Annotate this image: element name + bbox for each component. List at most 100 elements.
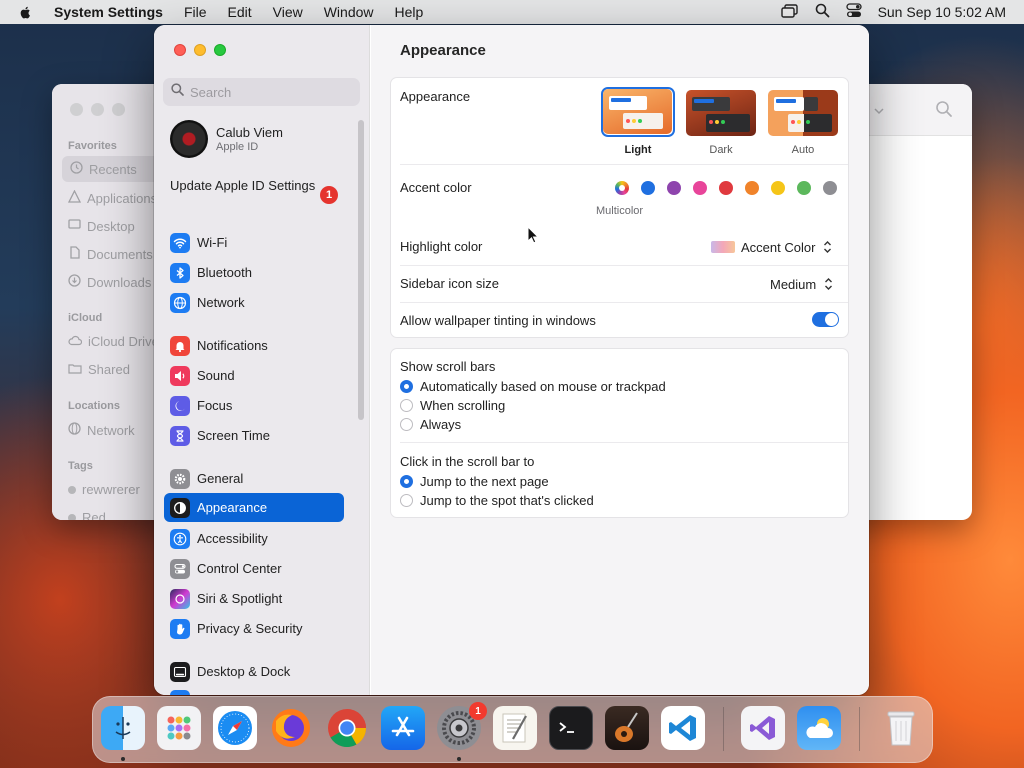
wifi-icon xyxy=(170,232,190,253)
click-option-spot-clicked[interactable]: Jump to the spot that's clicked xyxy=(400,493,594,508)
appearance-option-dark[interactable] xyxy=(686,90,756,136)
apple-menu-icon[interactable] xyxy=(18,4,34,20)
sidebar-item-network[interactable]: Network xyxy=(164,288,344,317)
launchpad-dock-icon[interactable] xyxy=(157,706,201,750)
sidebar-item-appearance[interactable]: Appearance xyxy=(164,493,344,522)
app-store-dock-icon[interactable] xyxy=(381,706,425,750)
textedit-dock-icon[interactable] xyxy=(493,706,537,750)
sidebar-item-label: Siri & Spotlight xyxy=(197,591,283,606)
finder-close-button[interactable] xyxy=(70,103,83,116)
radio-label: Jump to the next page xyxy=(420,474,549,489)
finder-minimize-button[interactable] xyxy=(91,103,104,116)
finder-item-shared[interactable]: Shared xyxy=(68,362,130,377)
zoom-button[interactable] xyxy=(214,44,226,56)
sidebar-scrollbar[interactable] xyxy=(358,120,364,420)
sidebar-item-focus[interactable]: Focus xyxy=(164,391,344,420)
sidebar-item-control-center[interactable]: Control Center xyxy=(164,554,344,583)
control-center-icon[interactable] xyxy=(845,3,862,21)
page-title: Appearance xyxy=(400,42,486,59)
running-indicator xyxy=(457,757,461,761)
scroll-bars-option-automatic[interactable]: Automatically based on mouse or trackpad xyxy=(400,379,666,394)
wallpaper-tinting-toggle[interactable] xyxy=(812,312,839,327)
sidebar-item-notifications[interactable]: Notifications xyxy=(164,331,344,360)
visual-studio-dock-icon[interactable] xyxy=(741,706,785,750)
terminal-dock-icon[interactable] xyxy=(549,706,593,750)
appearance-option-light[interactable] xyxy=(601,87,675,137)
radio-selected[interactable] xyxy=(400,475,413,488)
appearance-option-auto[interactable] xyxy=(768,90,838,136)
sidebar-item-sound[interactable]: Sound xyxy=(164,361,344,390)
edit-menu[interactable]: Edit xyxy=(228,4,252,20)
finder-search-icon[interactable] xyxy=(935,100,953,123)
account-subtitle: Apple ID xyxy=(216,141,259,153)
finder-dock-icon[interactable] xyxy=(101,706,145,750)
sidebar-item-wifi[interactable]: Wi-Fi xyxy=(164,228,344,257)
finder-zoom-button[interactable] xyxy=(112,103,125,116)
weather-dock-icon[interactable] xyxy=(797,706,841,750)
radio-unselected[interactable] xyxy=(400,494,413,507)
accent-swatch-3[interactable] xyxy=(693,181,707,195)
screen-mirroring-icon[interactable] xyxy=(780,3,799,21)
desktop-icon xyxy=(68,218,81,234)
accent-swatch-2[interactable] xyxy=(667,181,681,195)
radio-unselected[interactable] xyxy=(400,399,413,412)
search-input[interactable] xyxy=(190,84,350,100)
sidebar-item-label: Privacy & Security xyxy=(197,621,303,636)
finder-item-network[interactable]: Network xyxy=(68,422,135,438)
speaker-icon xyxy=(170,365,190,386)
account-name: Calub Viem xyxy=(216,125,283,140)
sidebar-search[interactable] xyxy=(163,78,360,106)
window-menu[interactable]: Window xyxy=(324,4,374,20)
accent-swatch-7[interactable] xyxy=(797,181,811,195)
close-button[interactable] xyxy=(174,44,186,56)
accent-swatch-4[interactable] xyxy=(719,181,733,195)
finder-item-icloud-drive[interactable]: iCloud Drive xyxy=(68,334,159,349)
finder-item-applications[interactable]: Applications xyxy=(67,189,157,206)
trash-dock-icon[interactable] xyxy=(879,706,923,750)
radio-unselected[interactable] xyxy=(400,418,413,431)
app-name-menu[interactable]: System Settings xyxy=(54,4,163,20)
finder-item-tag-rewwrerer[interactable]: rewwrerer xyxy=(68,482,140,497)
sidebar-item-bluetooth[interactable]: Bluetooth xyxy=(164,258,344,287)
appearance-light-label: Light xyxy=(624,144,652,156)
sidebar-item-general[interactable]: General xyxy=(164,464,344,493)
sidebar-item-privacy-security[interactable]: Privacy & Security xyxy=(164,614,344,643)
finder-item-downloads[interactable]: Downloads xyxy=(68,274,151,290)
finder-item-desktop[interactable]: Desktop xyxy=(68,218,135,234)
menubar-clock[interactable]: Sun Sep 10 5:02 AM xyxy=(878,4,1006,20)
vscode-dock-icon[interactable] xyxy=(661,706,705,750)
apple-id-account[interactable]: Calub Viem Apple ID xyxy=(170,120,283,158)
finder-item-tag-red[interactable]: Red xyxy=(68,510,106,520)
sidebar-item-screen-time[interactable]: Screen Time xyxy=(164,421,344,450)
stepper-icon xyxy=(821,239,833,255)
spotlight-search-icon[interactable] xyxy=(815,3,830,21)
click-option-next-page[interactable]: Jump to the next page xyxy=(400,474,549,489)
chevron-down-icon[interactable] xyxy=(874,102,884,120)
accent-swatch-6[interactable] xyxy=(771,181,785,195)
sidebar-icon-size-popup[interactable]: Medium xyxy=(770,276,834,292)
safari-dock-icon[interactable] xyxy=(213,706,257,750)
scroll-bars-option-always[interactable]: Always xyxy=(400,417,461,432)
view-menu[interactable]: View xyxy=(273,4,303,20)
radio-selected[interactable] xyxy=(400,380,413,393)
sidebar-item-siri-spotlight[interactable]: Siri & Spotlight xyxy=(164,584,344,613)
minimize-button[interactable] xyxy=(194,44,206,56)
sidebar-item-accessibility[interactable]: Accessibility xyxy=(164,524,344,553)
appearance-dark-label: Dark xyxy=(709,144,733,156)
accent-swatch-multicolor[interactable] xyxy=(615,181,629,195)
firefox-dock-icon[interactable] xyxy=(269,706,313,750)
accent-swatch-5[interactable] xyxy=(745,181,759,195)
help-menu[interactable]: Help xyxy=(395,4,424,20)
chrome-dock-icon[interactable] xyxy=(325,706,369,750)
file-menu[interactable]: File xyxy=(184,4,207,20)
highlight-color-popup[interactable]: Accent Color xyxy=(711,239,833,255)
radio-label: Jump to the spot that's clicked xyxy=(420,493,594,508)
accent-swatch-1[interactable] xyxy=(641,181,655,195)
garageband-dock-icon[interactable] xyxy=(605,706,649,750)
system-settings-window: Calub Viem Apple ID Update Apple ID Sett… xyxy=(154,25,869,695)
sidebar-item-desktop-dock[interactable]: Desktop & Dock xyxy=(164,657,344,686)
accent-swatch-8[interactable] xyxy=(823,181,837,195)
scroll-bars-option-when-scrolling[interactable]: When scrolling xyxy=(400,398,505,413)
appearance-auto-label: Auto xyxy=(791,144,815,156)
finder-item-documents[interactable]: Documents xyxy=(68,246,153,262)
